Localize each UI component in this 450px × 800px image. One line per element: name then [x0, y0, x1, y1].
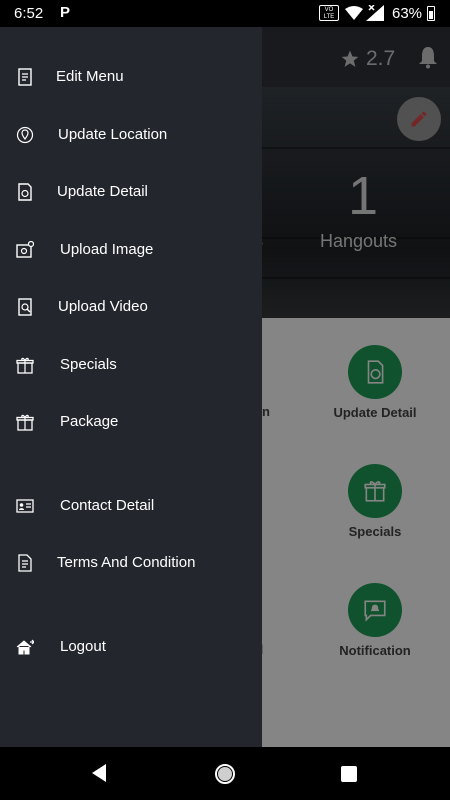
home-icon[interactable]	[214, 763, 236, 785]
battery-icon	[427, 6, 435, 21]
gift-icon	[15, 355, 35, 375]
upload-image-icon	[15, 240, 35, 260]
drawer-item-contact-detail[interactable]: Contact Detail	[0, 486, 262, 526]
drawer-item-label: Package	[60, 413, 119, 430]
system-nav-bar	[0, 747, 450, 800]
signal-icon	[366, 5, 384, 21]
drawer-item-label: Logout	[60, 638, 106, 655]
drawer-item-label: Specials	[60, 356, 117, 373]
drawer-item-label: Update Detail	[57, 183, 148, 200]
drawer-item-upload-video[interactable]: Upload Video	[0, 287, 262, 327]
notification-p-icon: P	[60, 4, 71, 21]
status-bar: 6:52 P VO LTE 63%	[0, 0, 450, 27]
package-gift-icon	[15, 412, 35, 432]
back-icon[interactable]	[90, 763, 108, 783]
contact-card-icon	[15, 496, 35, 516]
volte-icon: VO LTE	[319, 5, 339, 21]
drawer-item-update-detail[interactable]: Update Detail	[0, 172, 262, 212]
drawer-item-label: Terms And Condition	[57, 554, 196, 571]
drawer-item-package[interactable]: Package	[0, 402, 262, 442]
drawer-item-label: Upload Video	[58, 298, 148, 315]
recents-icon[interactable]	[340, 765, 358, 783]
drawer-item-terms[interactable]: Terms And Condition	[0, 543, 262, 583]
navigation-drawer: Edit Menu Update Location Update Detail …	[0, 27, 262, 747]
terms-document-icon	[15, 553, 35, 573]
drawer-item-update-location[interactable]: Update Location	[0, 115, 262, 155]
menu-book-icon	[15, 67, 35, 87]
status-time: 6:52	[14, 5, 44, 22]
drawer-item-label: Upload Image	[60, 241, 154, 258]
drawer-item-specials[interactable]: Specials	[0, 345, 262, 385]
drawer-item-logout[interactable]: Logout	[0, 627, 262, 667]
battery-percent: 63%	[392, 5, 423, 22]
drawer-item-edit-menu[interactable]: Edit Menu	[0, 57, 262, 97]
drawer-item-label: Edit Menu	[56, 68, 124, 85]
location-pin-icon	[15, 125, 35, 145]
upload-video-icon	[15, 297, 35, 317]
drawer-item-label: Update Location	[58, 126, 168, 143]
drawer-item-upload-image[interactable]: Upload Image	[0, 230, 262, 270]
update-detail-icon	[15, 182, 35, 202]
wifi-icon	[345, 6, 363, 20]
drawer-item-label: Contact Detail	[60, 497, 155, 514]
logout-home-icon	[15, 637, 35, 657]
